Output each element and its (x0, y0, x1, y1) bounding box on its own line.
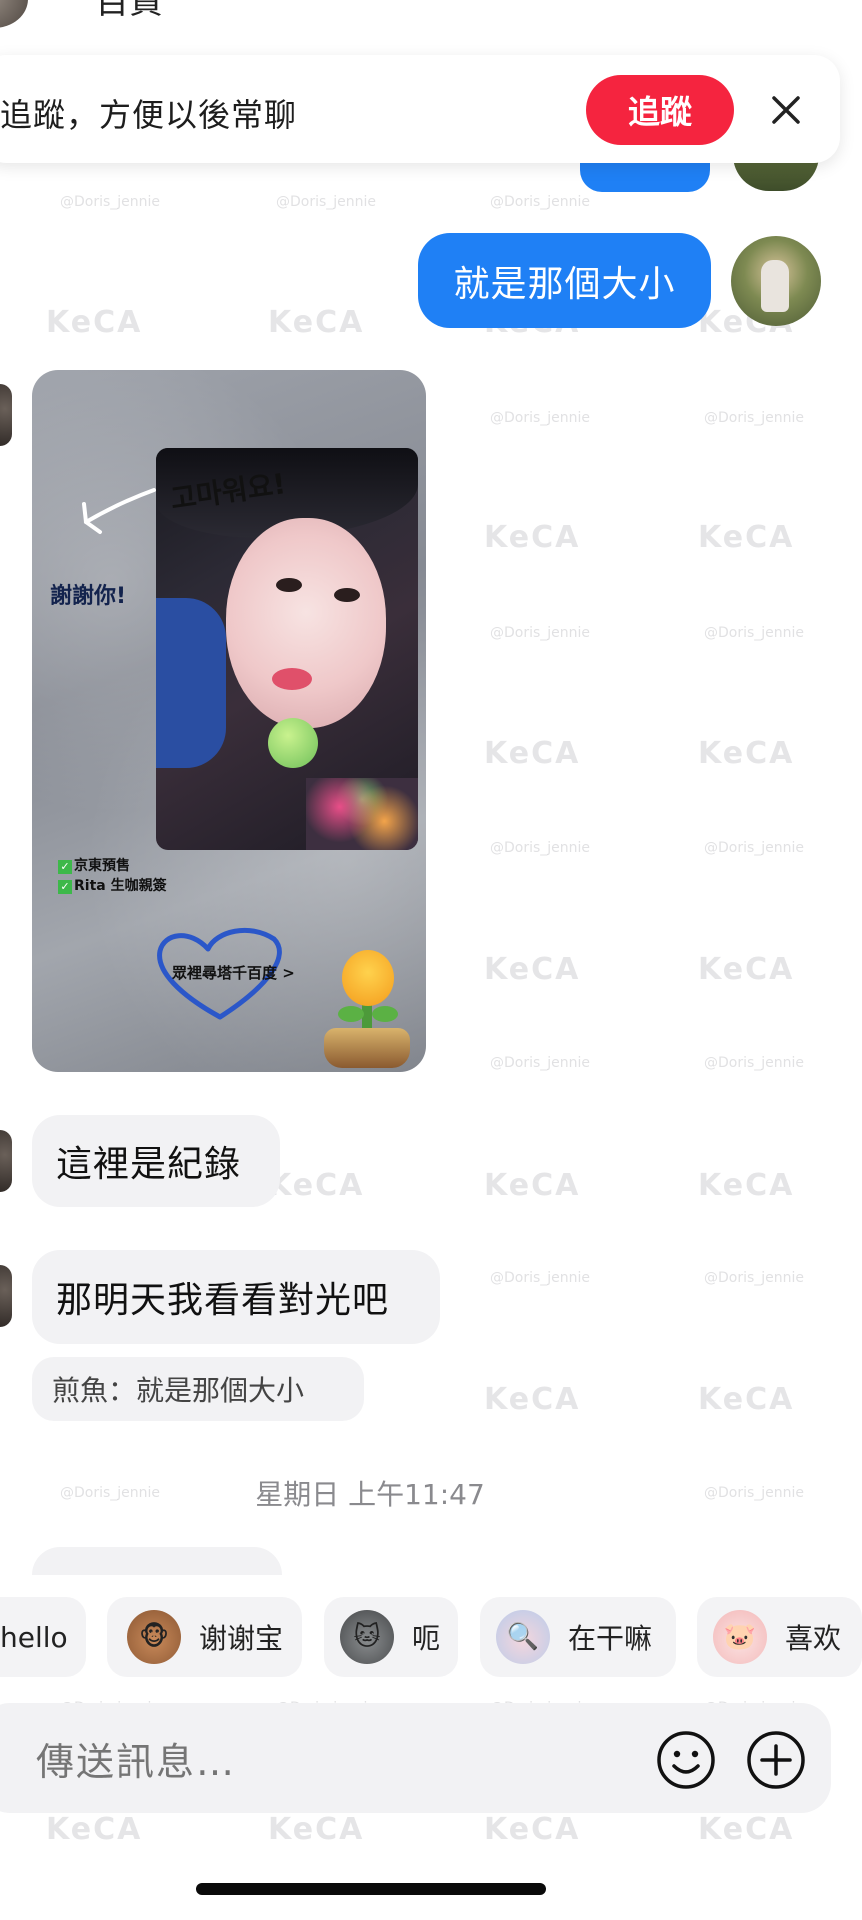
quick-reply-chip[interactable]: 🐱 呃 (324, 1597, 458, 1677)
watermark-brand: KeCA (484, 736, 581, 771)
check-item: 京東預售 (74, 858, 130, 874)
received-message-bubble[interactable]: 這裡是紀錄 (32, 1115, 280, 1207)
watermark-handle: @Doris_jennie (704, 625, 805, 641)
received-message-bubble[interactable]: 那明天我看看對光吧 (32, 1250, 440, 1344)
tag-caption: 眾裡尋塔千百度 > (172, 964, 295, 982)
watermark-handle: @Doris_jennie (704, 1270, 805, 1286)
watermark-brand: KeCA (484, 520, 581, 555)
watermark-brand: KeCA (698, 1812, 795, 1847)
watermark-handle: @Doris_jennie (490, 1055, 591, 1071)
follow-button[interactable]: 追蹤 (586, 75, 734, 145)
plant-figure-icon (324, 950, 410, 1068)
thanks-caption: 謝謝你! (50, 584, 127, 609)
quick-reply-label: 在干嘛 (568, 1622, 653, 1655)
watermark-brand: KeCA (46, 305, 143, 340)
home-indicator[interactable] (196, 1883, 546, 1895)
timestamp: 星期日 上午11:47 (255, 1478, 485, 1511)
watermark-brand: KeCA (484, 1812, 581, 1847)
contact-avatar[interactable] (0, 1265, 12, 1327)
contact-avatar[interactable] (0, 1130, 12, 1192)
watermark-handle: @Doris_jennie (490, 410, 591, 426)
previous-sent-bubble[interactable] (580, 160, 710, 192)
cat-sticker-icon: 🐱 (340, 1610, 394, 1664)
my-avatar[interactable] (731, 236, 821, 326)
quick-reply-label: hello (0, 1620, 68, 1654)
photocard-image: 고마워요! (156, 448, 418, 850)
photo-message[interactable]: 謝謝你! 고마워요! ✓ 京東預售 ✓ Rita 生咖親簽 眾裡尋塔千百度 > (32, 370, 426, 1072)
watermark-brand: KeCA (698, 1168, 795, 1203)
quick-reply-chip[interactable]: 🐷 喜欢 (697, 1597, 862, 1677)
message-input[interactable] (34, 1736, 598, 1788)
watermark-brand: KeCA (698, 1382, 795, 1417)
watermark-handle: @Doris_jennie (490, 194, 591, 210)
add-icon[interactable] (746, 1730, 806, 1790)
check-item: Rita 生咖親簽 (74, 878, 167, 894)
watermark-brand: KeCA (698, 520, 795, 555)
watermark-handle: @Doris_jennie (490, 1270, 591, 1286)
contact-avatar[interactable] (0, 384, 12, 446)
watermark-brand: KeCA (484, 1168, 581, 1203)
contact-avatar[interactable] (0, 0, 28, 28)
watermark-brand: KeCA (268, 1812, 365, 1847)
quick-reply-label: 谢谢宝 (199, 1622, 284, 1655)
watermark-handle: @Doris_jennie (490, 840, 591, 856)
watermark-handle: @Doris_jennie (60, 194, 161, 210)
watermark-brand: KeCA (698, 736, 795, 771)
sent-message-bubble[interactable]: 就是那個大小 (418, 233, 711, 328)
watermark-handle: @Doris_jennie (490, 625, 591, 641)
check-icon: ✓ (58, 860, 72, 874)
pig-sticker-icon: 🐷 (713, 1610, 767, 1664)
quick-reply-label: 喜欢 (785, 1622, 842, 1655)
quick-reply-chip[interactable]: hello (0, 1597, 86, 1677)
quick-reply-chip[interactable]: 🐵 谢谢宝 (107, 1597, 302, 1677)
watermark-brand: KeCA (698, 952, 795, 987)
watermark-handle: @Doris_jennie (704, 410, 805, 426)
watermark-brand: KeCA (46, 1812, 143, 1847)
quick-reply-chip[interactable]: 🔍 在干嘛 (480, 1597, 676, 1677)
magnifier-sticker-icon: 🔍 (496, 1610, 550, 1664)
contact-name[interactable]: 百貨 (95, 0, 163, 23)
reply-quote[interactable]: 煎魚：就是那個大小 (32, 1357, 364, 1421)
check-icon: ✓ (58, 880, 72, 894)
checklist: ✓ 京東預售 ✓ Rita 生咖親簽 (58, 856, 167, 896)
watermark-handle: @Doris_jennie (276, 194, 377, 210)
emoji-icon[interactable] (656, 1730, 716, 1790)
watermark-brand: KeCA (484, 1382, 581, 1417)
close-icon[interactable] (764, 88, 808, 132)
watermark-handle: @Doris_jennie (704, 840, 805, 856)
arrow-doodle-icon (82, 488, 156, 534)
watermark-brand: KeCA (268, 305, 365, 340)
follow-banner-text: 追蹤，方便以後常聊 (0, 96, 298, 134)
received-message-bubble[interactable] (32, 1547, 282, 1575)
watermark-brand: KeCA (484, 952, 581, 987)
watermark-brand: KeCA (268, 1168, 365, 1203)
monkey-sticker-icon: 🐵 (127, 1610, 181, 1664)
watermark-handle: @Doris_jennie (704, 1055, 805, 1071)
quick-reply-label: 呃 (412, 1622, 441, 1655)
